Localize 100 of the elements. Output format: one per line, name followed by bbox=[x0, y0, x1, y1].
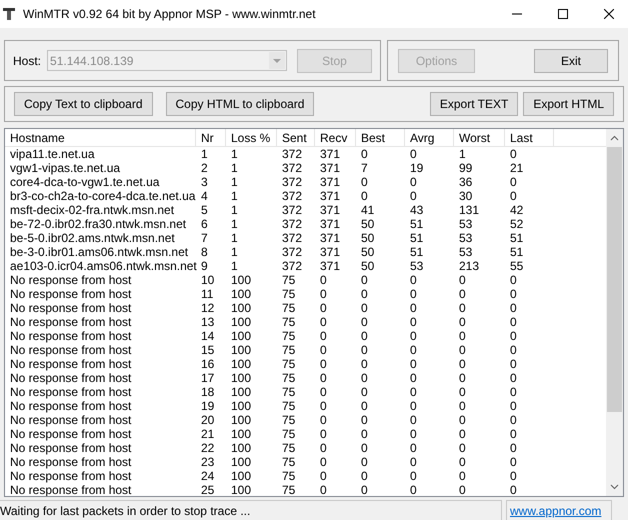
table-cell-text: 0 bbox=[458, 413, 467, 427]
table-cell-text: 0 bbox=[458, 455, 467, 469]
table-cell-text: 75 bbox=[281, 287, 296, 301]
push-button[interactable]: Export TEXT bbox=[430, 92, 518, 116]
column-header[interactable]: Recv bbox=[315, 129, 356, 146]
table-cell-text: 51 bbox=[409, 217, 424, 231]
table-cell-text: 24 bbox=[200, 469, 216, 483]
table-cell-text: 0 bbox=[509, 273, 518, 287]
table-cell-text: 371 bbox=[319, 203, 342, 217]
table-cell-text: 0 bbox=[458, 399, 467, 413]
maximize-icon[interactable] bbox=[558, 9, 568, 19]
table-cell-text: 100 bbox=[230, 301, 252, 315]
table-cell-text: 0 bbox=[360, 301, 369, 315]
table-cell-text: 75 bbox=[281, 427, 296, 441]
table-cell-text: 0 bbox=[319, 287, 328, 301]
column-header[interactable]: Loss % bbox=[226, 129, 277, 146]
table-cell-text: 3 bbox=[200, 175, 209, 189]
table-cell-text: 0 bbox=[360, 147, 369, 161]
table-cell-text: 23 bbox=[200, 455, 216, 469]
table-cell-text: No response from host bbox=[9, 427, 132, 441]
table-cell-text: 0 bbox=[409, 273, 418, 287]
website-link[interactable]: www.appnor.com bbox=[510, 502, 602, 520]
table-cell-text: 0 bbox=[319, 483, 328, 496]
table-cell-text: 0 bbox=[319, 399, 328, 413]
table-cell-text: 75 bbox=[281, 441, 296, 455]
table-cell-text: 371 bbox=[319, 245, 342, 259]
table-cell-text: 0 bbox=[509, 301, 518, 315]
table-cell-text: 75 bbox=[281, 315, 296, 329]
table-cell-text: 14 bbox=[200, 329, 216, 343]
table-cell-text: 51 bbox=[509, 245, 524, 259]
table-cell-text: 131 bbox=[458, 203, 480, 217]
scroll-up-icon[interactable] bbox=[610, 135, 619, 141]
scrollbar-thumb[interactable] bbox=[607, 147, 622, 412]
table-cell-text: 100 bbox=[230, 329, 252, 343]
table-cell-text: 7 bbox=[360, 161, 369, 175]
column-header[interactable]: Nr bbox=[196, 129, 226, 146]
table-cell-text: 0 bbox=[458, 273, 467, 287]
table-cell-text: 0 bbox=[509, 329, 518, 343]
scroll-down-icon[interactable] bbox=[610, 484, 619, 490]
table-cell-text: 55 bbox=[509, 259, 524, 273]
table-cell-text: 1 bbox=[200, 147, 209, 161]
table-cell-text: 0 bbox=[509, 147, 518, 161]
table-cell-text: 0 bbox=[509, 175, 518, 189]
table-cell-text: 100 bbox=[230, 315, 252, 329]
close-icon[interactable] bbox=[604, 9, 614, 19]
push-button[interactable]: Copy Text to clipboard bbox=[14, 92, 153, 116]
column-header[interactable]: Worst bbox=[454, 129, 505, 146]
table-cell-text: 100 bbox=[230, 483, 252, 496]
table-cell-text: 0 bbox=[509, 413, 518, 427]
table-cell-text: 372 bbox=[281, 203, 304, 217]
table-cell-text: 100 bbox=[230, 427, 252, 441]
table-cell-text: 372 bbox=[281, 259, 304, 273]
table-cell-text: 50 bbox=[360, 231, 376, 245]
table-cell-text: 100 bbox=[230, 273, 252, 287]
table-cell-text: 50 bbox=[360, 259, 376, 273]
table-cell-text: 0 bbox=[409, 399, 418, 413]
table-cell-text: 0 bbox=[319, 371, 328, 385]
table-cell-text: 0 bbox=[509, 469, 518, 483]
table-cell-text: 0 bbox=[458, 357, 467, 371]
table-cell-text: 0 bbox=[319, 343, 328, 357]
column-header[interactable]: Best bbox=[356, 129, 405, 146]
table-cell-text: 51 bbox=[409, 231, 424, 245]
table-cell-text: 51 bbox=[509, 231, 524, 245]
table-cell-text: 371 bbox=[319, 189, 342, 203]
table-cell-text: 0 bbox=[319, 441, 328, 455]
table-cell-text: No response from host bbox=[9, 469, 132, 483]
table-cell-text: 0 bbox=[458, 385, 467, 399]
table-cell-text: be-72-0.ibr02.fra30.ntwk.msn.net bbox=[9, 217, 188, 231]
push-button[interactable]: Exit bbox=[534, 48, 608, 72]
table-cell-text: 0 bbox=[458, 371, 467, 385]
column-header[interactable]: Last bbox=[505, 129, 554, 146]
table-cell-text: 0 bbox=[360, 273, 369, 287]
column-header[interactable]: Hostname bbox=[5, 129, 196, 146]
table-cell-text: 15 bbox=[200, 343, 216, 357]
table-cell-text: 18 bbox=[200, 385, 216, 399]
table-cell-text: 53 bbox=[458, 231, 474, 245]
table-cell-text: 0 bbox=[509, 343, 518, 357]
table-cell-text: 0 bbox=[458, 441, 467, 455]
table-cell-text: No response from host bbox=[9, 287, 132, 301]
table-cell-text: 0 bbox=[509, 441, 518, 455]
column-header[interactable]: Sent bbox=[277, 129, 315, 146]
table-cell-text: be-5-0.ibr02.ams.ntwk.msn.net bbox=[9, 231, 176, 245]
table-cell-text: 0 bbox=[360, 175, 369, 189]
app-icon bbox=[3, 7, 15, 21]
table-cell-text: 53 bbox=[409, 259, 424, 273]
push-button[interactable]: Copy HTML to clipboard bbox=[166, 92, 314, 116]
table-cell-text: 75 bbox=[281, 483, 296, 496]
table-cell-text: 75 bbox=[281, 385, 296, 399]
table-cell-text: 372 bbox=[281, 175, 304, 189]
column-header[interactable]: Avrg bbox=[405, 129, 454, 146]
table-cell-text: 0 bbox=[509, 399, 518, 413]
table-cell-text: 22 bbox=[200, 441, 216, 455]
table-cell-text: 17 bbox=[200, 371, 216, 385]
table-cell-text: core4-dca-to-vgw1.te.net.ua bbox=[9, 175, 160, 189]
table-cell-text: 0 bbox=[319, 301, 328, 315]
table-cell-text: 1 bbox=[458, 147, 467, 161]
vertical-scrollbar[interactable] bbox=[606, 129, 623, 496]
table-cell-text: 21 bbox=[200, 427, 216, 441]
push-button[interactable]: Export HTML bbox=[523, 92, 614, 116]
table-cell-text: 0 bbox=[509, 357, 518, 371]
